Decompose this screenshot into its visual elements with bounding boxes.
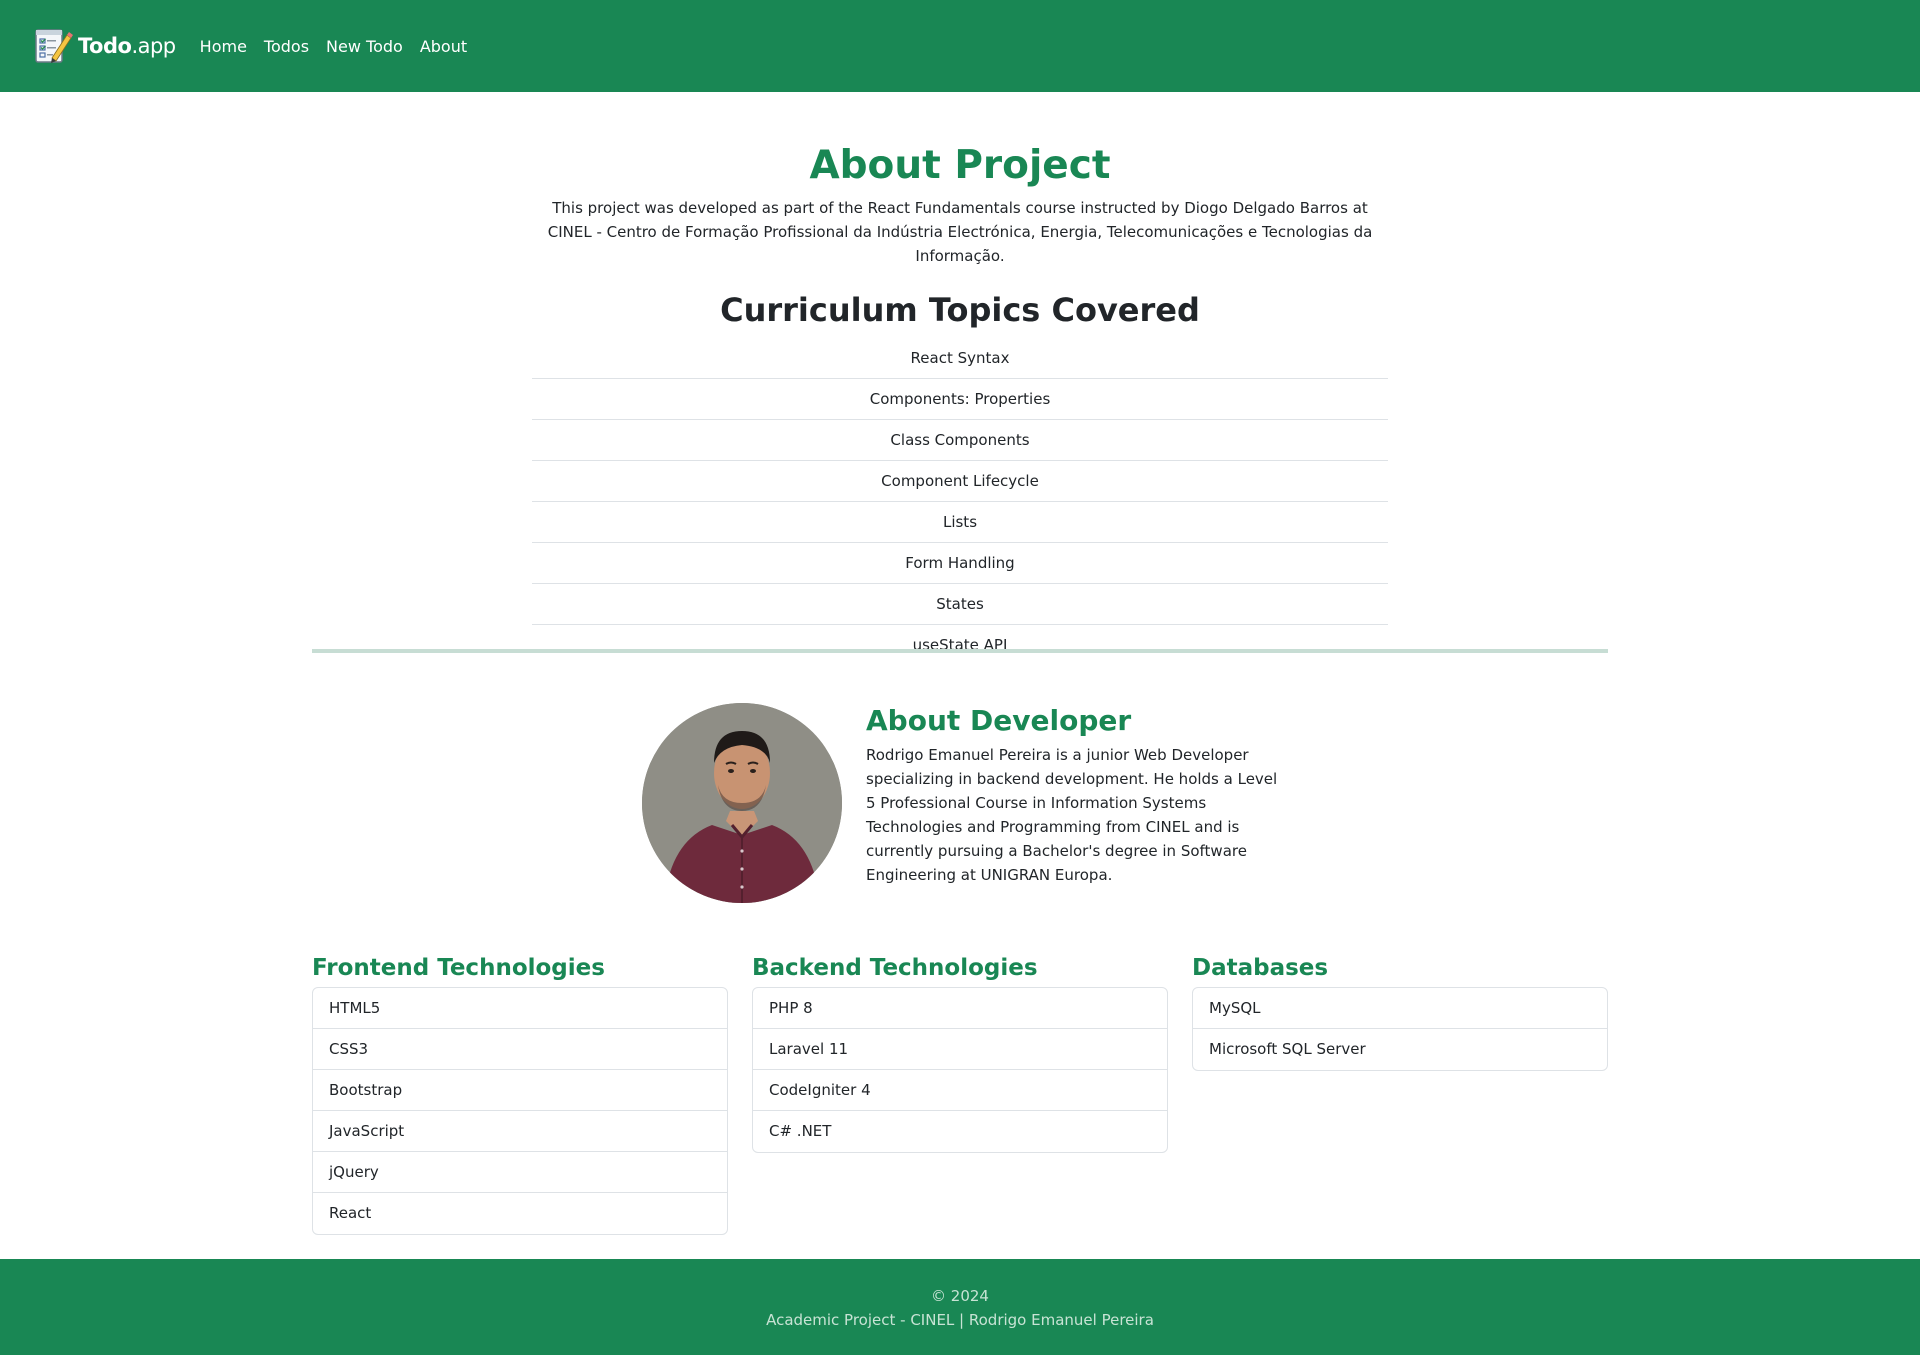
footer-copyright: © 2024 xyxy=(931,1287,989,1305)
databases-title: Databases xyxy=(1192,955,1329,981)
about-project-description: This project was developed as part of th… xyxy=(547,199,1373,265)
tech-item: C# .NET xyxy=(769,1122,832,1140)
nav-link-todos[interactable]: Todos xyxy=(264,37,309,56)
brand-link[interactable]: Todo.app xyxy=(33,26,176,66)
topic-item: Lists xyxy=(532,502,1388,543)
tech-item: CodeIgniter 4 xyxy=(753,1070,1167,1111)
frontend-technologies-list: HTML5 CSS3 Bootstrap JavaScript jQuery R… xyxy=(312,987,728,1235)
tech-item: PHP 8 xyxy=(753,988,1167,1029)
tech-item: Microsoft SQL Server xyxy=(1209,1040,1366,1058)
nav-link-new-todo[interactable]: New Todo xyxy=(326,37,403,56)
brand-name-bold: Todo xyxy=(78,34,132,58)
tech-item: React xyxy=(329,1204,372,1222)
backend-technologies-title: Backend Technologies xyxy=(752,955,1038,981)
tech-item: Laravel 11 xyxy=(753,1029,1167,1070)
navbar: Todo.app Home Todos New Todo About xyxy=(0,0,1920,92)
topic-item: Form Handling xyxy=(532,543,1388,584)
tech-item: JavaScript xyxy=(313,1111,727,1152)
frontend-technologies-card: Frontend Technologies HTML5 CSS3 Bootstr… xyxy=(312,953,728,1235)
todo-notepad-icon xyxy=(35,29,73,63)
tech-item: CSS3 xyxy=(313,1029,727,1070)
tech-item: Bootstrap xyxy=(313,1070,727,1111)
brand-name-suffix: .app xyxy=(131,34,176,58)
frontend-technologies-title: Frontend Technologies xyxy=(312,955,605,981)
nav-link-about[interactable]: About xyxy=(420,37,467,56)
nav-links: Home Todos New Todo About xyxy=(200,37,484,56)
databases-card: Databases MySQL Microsoft SQL Server xyxy=(1192,953,1608,1071)
topic-item: useState API xyxy=(912,636,1008,654)
topic-item: States xyxy=(532,584,1388,625)
about-project-section: About Project This project was developed… xyxy=(0,140,1920,666)
databases-list: MySQL Microsoft SQL Server xyxy=(1192,987,1608,1071)
footer: © 2024 Academic Project - CINEL | Rodrig… xyxy=(0,1259,1920,1355)
topic-item: Component Lifecycle xyxy=(532,461,1388,502)
topic-item: Class Components xyxy=(532,420,1388,461)
topic-item: Components: Properties xyxy=(532,379,1388,420)
section-divider xyxy=(312,649,1608,653)
footer-credit: Academic Project - CINEL | Rodrigo Emanu… xyxy=(766,1311,1154,1329)
tech-item: HTML5 xyxy=(313,988,727,1029)
about-developer-title: About Developer xyxy=(866,704,1132,737)
tech-item: MySQL xyxy=(1193,988,1607,1029)
topic-item: React Syntax xyxy=(532,338,1388,379)
about-developer-section: About Developer Rodrigo Emanuel Pereira … xyxy=(866,703,1286,887)
nav-link-home[interactable]: Home xyxy=(200,37,247,56)
tech-item: jQuery xyxy=(313,1152,727,1193)
developer-bio: Rodrigo Emanuel Pereira is a junior Web … xyxy=(866,746,1278,884)
developer-avatar xyxy=(642,703,842,903)
about-project-title: About Project xyxy=(809,143,1111,188)
backend-technologies-card: Backend Technologies PHP 8 Laravel 11 Co… xyxy=(752,953,1168,1153)
backend-technologies-list: PHP 8 Laravel 11 CodeIgniter 4 C# .NET xyxy=(752,987,1168,1153)
developer-photo xyxy=(642,703,842,903)
curriculum-topics-list: React Syntax Components: Properties Clas… xyxy=(532,338,1388,666)
curriculum-topics-title: Curriculum Topics Covered xyxy=(720,291,1200,329)
brand-text: Todo.app xyxy=(78,34,176,58)
